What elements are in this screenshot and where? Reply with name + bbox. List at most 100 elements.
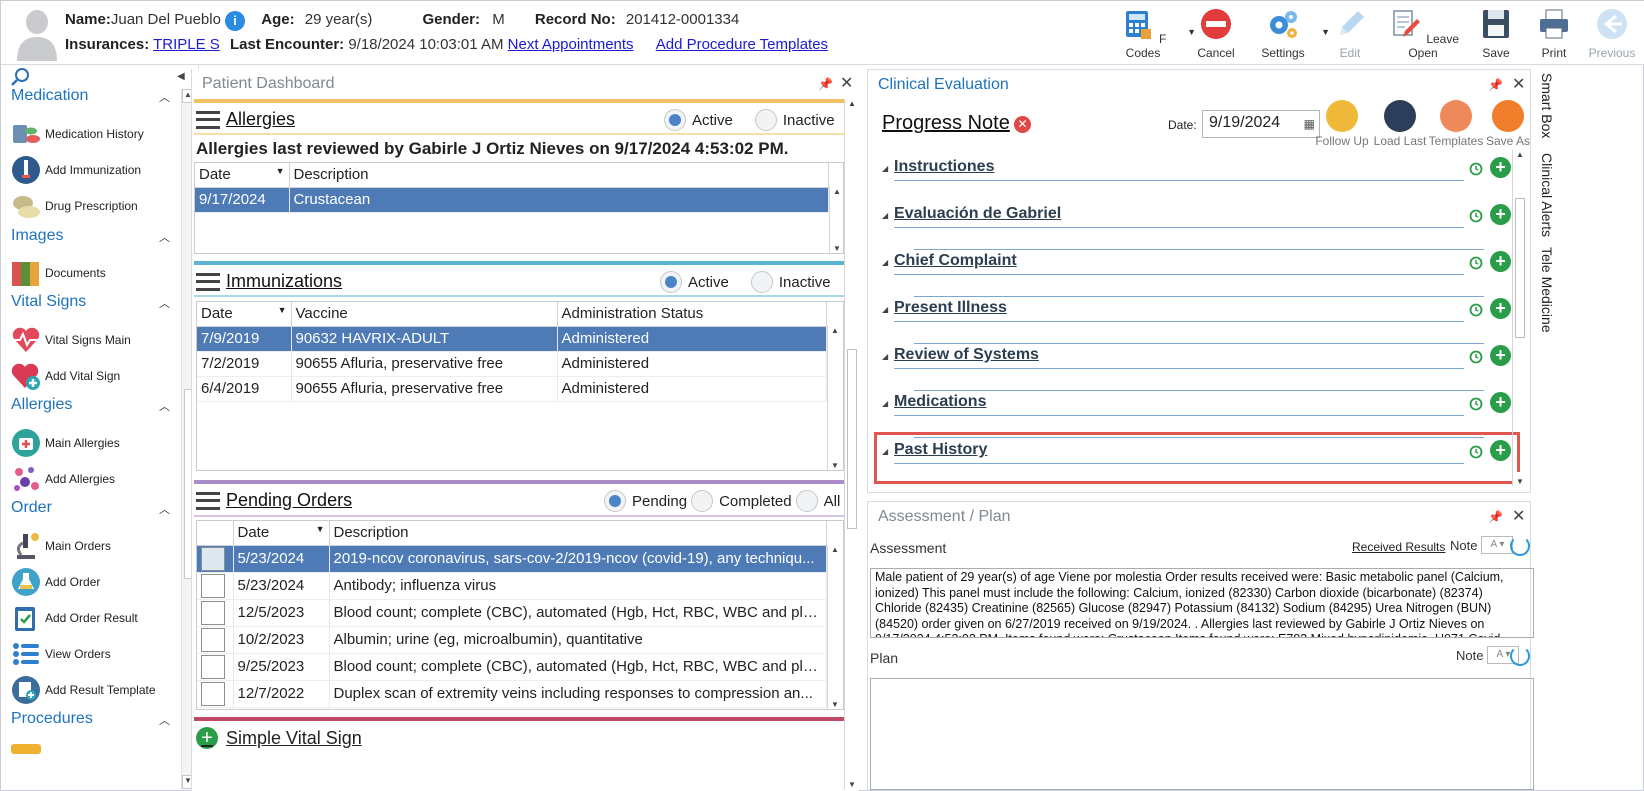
row-checkbox[interactable] — [201, 627, 225, 652]
hamburger-icon[interactable] — [196, 272, 220, 291]
chevron-up-icon[interactable]: ︿ — [159, 89, 170, 105]
eval-section-evaluacion[interactable]: ◢ Evaluación de Gabriel + — [878, 204, 1518, 250]
alarm-clock-icon[interactable] — [1468, 160, 1484, 176]
row-checkbox[interactable] — [201, 654, 225, 679]
section-label[interactable]: Review of Systems — [894, 346, 1039, 364]
expand-triangle-icon[interactable]: ◢ — [882, 305, 888, 314]
column-header-date[interactable]: Date ▼ — [195, 163, 290, 188]
sidebar-item-view-orders[interactable]: View Orders — [11, 637, 181, 671]
sidebar-item-documents[interactable]: Documents — [11, 256, 181, 290]
add-icon[interactable]: + — [196, 727, 218, 749]
section-label[interactable]: Present Illness — [894, 299, 1007, 317]
search-icon[interactable] — [11, 67, 31, 87]
orders-scrollbar[interactable]: ▲ ▼ — [827, 545, 841, 709]
sidebar-item-add-allergies[interactable]: Add Allergies — [11, 462, 181, 496]
add-icon[interactable]: + — [1490, 157, 1511, 178]
section-allergies[interactable]: Allergies ︿ — [11, 396, 170, 414]
cell-select[interactable] — [197, 545, 234, 573]
sort-arrow-icon[interactable]: ▼ — [316, 524, 325, 534]
add-icon[interactable]: + — [1490, 204, 1511, 225]
scroll-up-icon[interactable]: ▲ — [828, 326, 842, 335]
pin-icon[interactable]: 📌 — [1488, 78, 1503, 92]
expand-triangle-icon[interactable]: ◢ — [882, 258, 888, 267]
add-icon[interactable]: + — [1490, 345, 1511, 366]
column-header-vaccine[interactable]: Vaccine — [291, 302, 558, 327]
save-as-button[interactable]: Save As — [1480, 100, 1536, 148]
fcodes-button[interactable]: F Codes ▼ — [1102, 5, 1196, 63]
settings-button[interactable]: Settings ▼ — [1248, 5, 1330, 63]
chevron-up-icon[interactable]: ︿ — [159, 229, 170, 245]
scroll-down-icon[interactable]: ▼ — [845, 780, 859, 789]
plan-textarea[interactable] — [870, 678, 1534, 790]
expand-triangle-icon[interactable]: ◢ — [882, 164, 888, 173]
table-row[interactable]: 5/23/2024 2019-ncov coronavirus, sars-co… — [197, 545, 827, 573]
scroll-down-icon[interactable]: ▼ — [1513, 472, 1527, 486]
sidebar-item-add-immunization[interactable]: Add Immunization — [11, 153, 181, 187]
pin-icon[interactable]: 📌 — [1488, 510, 1503, 524]
cell-select[interactable] — [197, 680, 234, 708]
sidebar-item-medication-history[interactable]: Medication History — [11, 117, 181, 151]
column-header-date[interactable]: Date ▼ — [197, 302, 292, 327]
allergies-section-title[interactable]: Allergies — [196, 109, 295, 130]
cell-select[interactable] — [197, 653, 234, 681]
date-input[interactable]: 9/19/2024 ▦ — [1202, 110, 1320, 138]
assessment-textarea[interactable]: Male patient of 29 year(s) of age Viene … — [870, 568, 1534, 638]
leave-open-button[interactable]: Leave Open — [1382, 5, 1464, 63]
tab-clinical-alerts[interactable]: Clinical Alerts — [1539, 153, 1555, 237]
pin-icon[interactable]: 📌 — [818, 77, 833, 91]
add-icon[interactable]: + — [1490, 440, 1511, 461]
refresh-icon[interactable] — [1510, 536, 1530, 556]
close-icon[interactable]: ✕ — [1512, 506, 1525, 526]
alarm-clock-icon[interactable] — [1468, 254, 1484, 270]
inactive-radio[interactable] — [754, 109, 777, 131]
column-header-select[interactable] — [197, 521, 234, 546]
section-label[interactable]: Instructiones — [894, 158, 994, 176]
table-row[interactable]: 6/4/2019 90655 Afluria, preservative fre… — [197, 376, 827, 402]
sidebar-item-vital-signs-main[interactable]: Vital Signs Main — [11, 323, 181, 357]
chevron-up-icon[interactable]: ︿ — [159, 398, 170, 414]
sidebar-item-add-vital-sign[interactable]: Add Vital Sign — [11, 359, 181, 393]
table-row[interactable]: 12/5/2023 Blood count; complete (CBC), a… — [197, 599, 827, 627]
dashboard-scrollbar[interactable]: ▲ ▼ — [844, 99, 858, 789]
chevron-up-icon[interactable]: ︿ — [159, 501, 170, 517]
table-row[interactable]: 7/9/2019 90632 HAVRIX-ADULT Administered — [197, 326, 827, 352]
inactive-radio[interactable] — [750, 271, 773, 293]
table-row[interactable]: 9/17/2024 Crustacean — [195, 187, 829, 213]
scroll-up-icon[interactable]: ▲ — [828, 545, 842, 554]
sidebar-item-add-order[interactable]: Add Order — [11, 565, 181, 599]
collapse-sidebar-icon[interactable]: ◀ — [177, 71, 185, 82]
section-procedures[interactable]: Procedures ︿ — [11, 710, 170, 728]
row-checkbox[interactable] — [201, 546, 225, 571]
previous-button[interactable]: Previous — [1586, 5, 1638, 63]
column-header-administration-status[interactable]: Administration Status — [557, 302, 827, 327]
scroll-up-icon[interactable]: ▲ — [845, 99, 859, 108]
table-row[interactable]: 12/7/2022 Duplex scan of extremity veins… — [197, 680, 827, 708]
active-radio[interactable] — [660, 271, 682, 293]
table-row[interactable]: 9/25/2023 Blood count; complete (CBC), a… — [197, 653, 827, 681]
eval-section-medications[interactable]: ◢ Medications + — [878, 392, 1518, 438]
scroll-up-icon[interactable]: ▲ — [1513, 150, 1527, 164]
column-header-description[interactable]: Description — [329, 521, 827, 546]
expand-triangle-icon[interactable]: ◢ — [882, 352, 888, 361]
chevron-up-icon[interactable]: ︿ — [159, 712, 170, 728]
alarm-clock-icon[interactable] — [1468, 348, 1484, 364]
expand-triangle-icon[interactable]: ◢ — [882, 447, 888, 456]
section-label[interactable]: Past History — [894, 441, 987, 459]
simple-vital-sign-section[interactable]: + Simple Vital Sign — [196, 727, 362, 749]
note-format-dropdown[interactable]: A ▾ — [1481, 536, 1514, 554]
completed-radio[interactable] — [691, 490, 714, 512]
immunizations-section-title[interactable]: Immunizations — [196, 271, 342, 292]
scroll-up-icon[interactable]: ▲ — [830, 187, 844, 196]
scroll-thumb[interactable] — [1515, 198, 1525, 338]
scroll-thumb[interactable] — [847, 349, 857, 529]
table-row[interactable]: 7/2/2019 90655 Afluria, preservative fre… — [197, 351, 827, 377]
alarm-clock-icon[interactable] — [1468, 207, 1484, 223]
row-checkbox[interactable] — [201, 681, 225, 706]
add-procedure-templates-link[interactable]: Add Procedure Templates — [656, 36, 828, 53]
load-last-button[interactable]: Load Last — [1372, 100, 1428, 148]
scroll-down-icon[interactable]: ▼ — [830, 244, 844, 253]
pending-orders-section-title[interactable]: Pending Orders — [196, 490, 352, 511]
cancel-button[interactable]: Cancel — [1190, 5, 1242, 63]
expand-triangle-icon[interactable]: ◢ — [882, 211, 888, 220]
sidebar-item-drug-prescription[interactable]: Drug Prescription — [11, 189, 181, 223]
